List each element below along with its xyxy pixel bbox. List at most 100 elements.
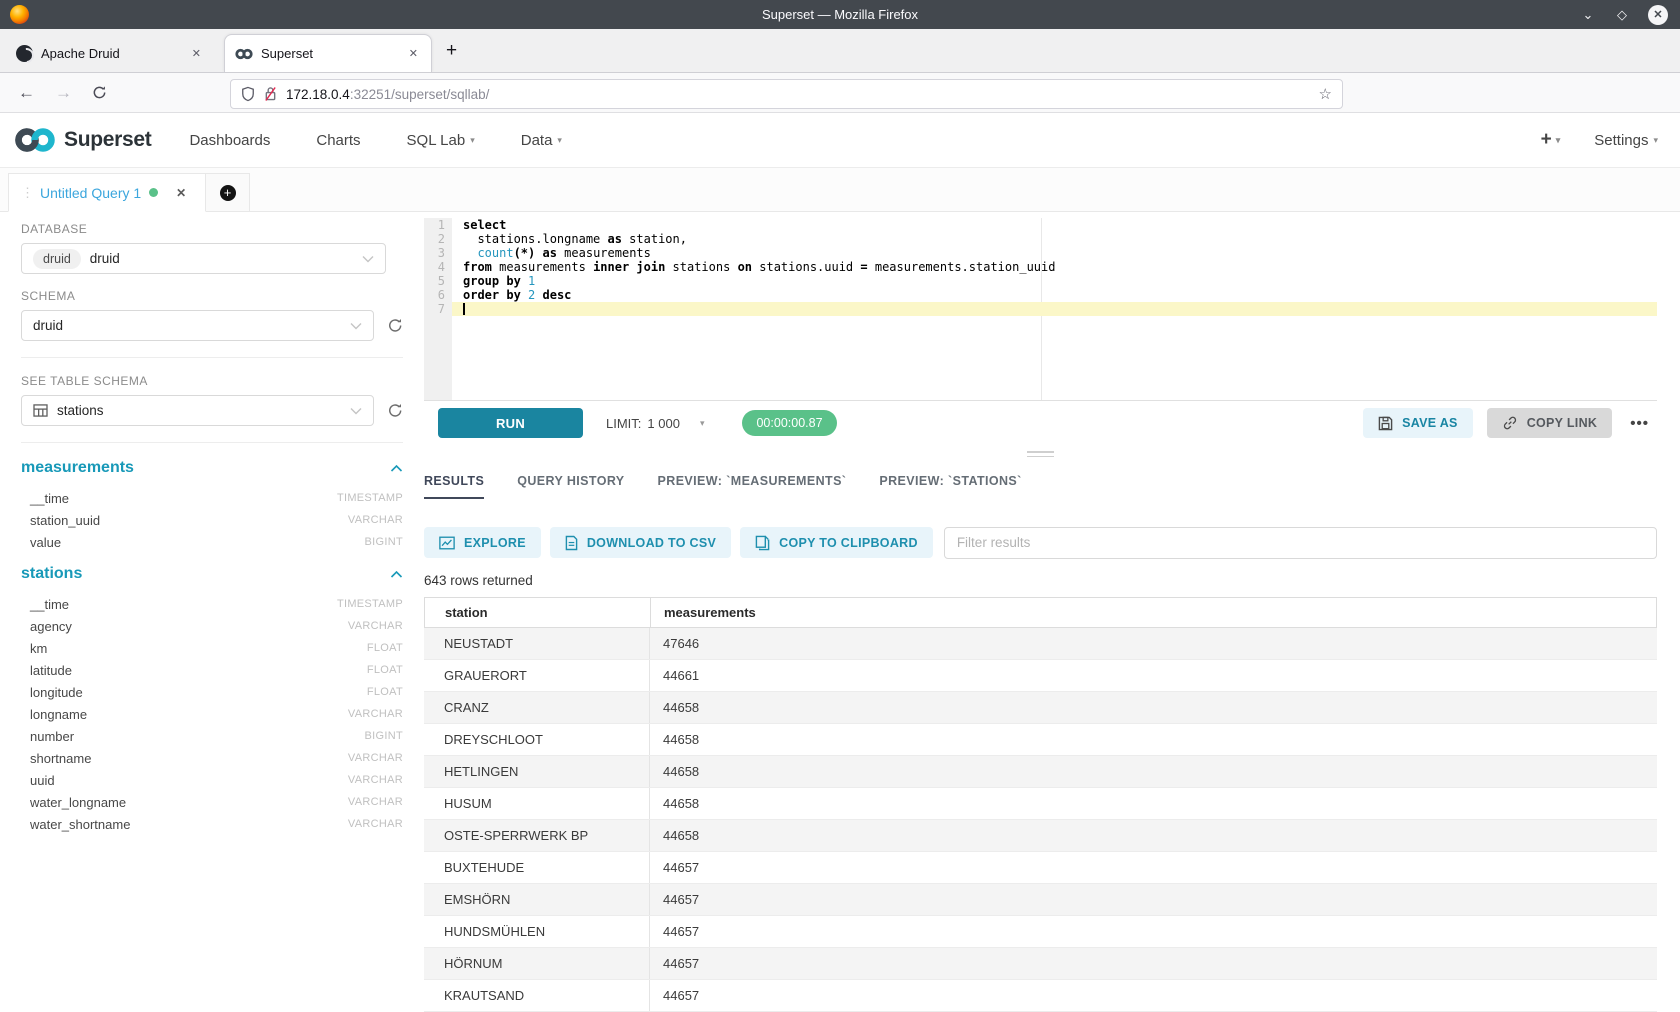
browser-tab-superset[interactable]: Superset ✕ [224,34,432,72]
column-name: longname [30,707,348,722]
column-type: VARCHAR [348,818,403,830]
column-name: latitude [30,663,367,678]
url-text[interactable]: 172.18.0.4:32251/superset/sqllab/ [286,87,1310,102]
window-close-icon[interactable]: ✕ [1648,5,1668,25]
superset-logo[interactable]: Superset [14,127,151,153]
text-cursor [463,303,465,315]
query-tab-close-icon[interactable]: ✕ [176,186,186,200]
column-row: water_longnameVARCHAR [21,791,403,813]
results-table: stationmeasurementsNEUSTADT47646GRAUEROR… [424,597,1657,1012]
column-row: __timeTIMESTAMP [21,487,403,509]
column-name: value [30,535,365,550]
code-text: stations.longname as station, [452,232,1657,246]
window-minimize-icon[interactable]: ⌄ [1580,7,1596,23]
column-type: FLOAT [367,642,403,654]
column-name: __time [30,491,337,506]
add-query-tab-button[interactable]: + [206,173,250,211]
line-number: 3 [424,246,452,260]
table-schema-header[interactable]: measurements [21,459,403,477]
column-header-measurements[interactable]: measurements [650,598,1656,627]
column-row: kmFLOAT [21,637,403,659]
window-maximize-icon[interactable]: ◇ [1614,7,1630,23]
add-new-button[interactable]: +▾ [1541,129,1561,151]
back-button[interactable]: ← [18,83,35,103]
code-text: group by 1 [452,274,1657,288]
collapse-chevron-icon[interactable] [390,570,403,579]
copy-link-button[interactable]: COPY LINK [1487,408,1613,438]
query-timer-badge: 00:00:00.87 [742,410,836,436]
browser-urlbar: ← → 172.18.0.4:32251/superset/sqllab/ ☆ [0,72,1680,113]
column-type: FLOAT [367,664,403,676]
table-row: HUNDSMÜHLEN44657 [424,916,1657,948]
plus-circle-icon: + [220,185,236,201]
new-tab-button[interactable]: + [446,41,457,60]
results-tab-3[interactable]: PREVIEW: `STATIONS` [879,474,1021,499]
run-button[interactable]: RUN [438,408,583,438]
tab-close-icon[interactable]: ✕ [189,47,204,60]
table-row: HETLINGEN44658 [424,756,1657,788]
chevron-down-icon: ▾ [470,135,475,146]
insecure-lock-icon[interactable] [264,86,277,102]
collapse-chevron-icon[interactable] [390,464,403,473]
results-tab-1[interactable]: QUERY HISTORY [517,474,624,499]
cell-station: GRAUERORT [424,668,649,683]
refresh-table-icon[interactable] [387,402,403,419]
table-name: stations [21,565,390,583]
cell-station: OSTE-SPERRWERK BP [424,828,649,843]
reload-button[interactable] [92,85,107,100]
table-schema-value: stations [57,403,341,418]
filter-results-input[interactable] [944,527,1657,559]
table-schema-header[interactable]: stations [21,565,403,583]
column-row: uuidVARCHAR [21,769,403,791]
schema-select[interactable]: druid [21,310,374,341]
browser-tab-apache-druid[interactable]: Apache Druid ✕ [6,34,214,72]
bookmark-star-icon[interactable]: ☆ [1319,85,1332,103]
url-field[interactable]: 172.18.0.4:32251/superset/sqllab/ ☆ [230,79,1343,109]
cell-measurements-wrap: 47646 [649,628,1657,659]
shield-icon[interactable] [241,86,255,102]
divider [21,442,403,443]
refresh-schema-icon[interactable] [387,317,403,334]
url-path: :32251/superset/sqllab/ [350,87,490,102]
results-tab-2[interactable]: PREVIEW: `MEASUREMENTS` [658,474,847,499]
download-csv-button[interactable]: DOWNLOAD TO CSV [550,527,731,558]
table-schema-select[interactable]: stations [21,395,374,426]
action-label: DOWNLOAD TO CSV [587,536,716,550]
table-row: CRANZ44658 [424,692,1657,724]
query-tab-untitled[interactable]: ⋮ Untitled Query 1 ✕ [8,173,206,212]
nav-sql-lab[interactable]: SQL Lab▾ [407,132,475,149]
sqllab-main: 1select2 stations.longname as station,3 … [424,212,1657,1012]
column-name: number [30,729,365,744]
more-options-icon[interactable]: ••• [1630,415,1649,432]
sql-editor[interactable]: 1select2 stations.longname as station,3 … [424,218,1657,401]
editor-line: 2 stations.longname as station, [424,232,1657,246]
status-dot-green [149,188,158,197]
nav-charts[interactable]: Charts [316,132,360,149]
cell-measurements: 44657 [663,924,699,939]
table-name: measurements [21,459,390,477]
drag-handle-icon[interactable]: ⋮ [21,185,32,201]
nav-data[interactable]: Data▾ [521,132,562,149]
limit-dropdown[interactable]: LIMIT: 1 000 ▾ [606,416,704,431]
save-as-button[interactable]: SAVE AS [1363,408,1473,438]
tab-close-icon[interactable]: ✕ [406,47,421,60]
cell-measurements-wrap: 44658 [649,756,1657,787]
explore-button[interactable]: EXPLORE [424,527,541,558]
forward-button[interactable]: → [55,83,72,103]
editor-line: 5group by 1 [424,274,1657,288]
column-name: shortname [30,751,348,766]
line-number: 2 [424,232,452,246]
panel-resize-handle[interactable] [424,445,1657,463]
copy-to-clipboard-button[interactable]: COPY TO CLIPBOARD [740,527,933,558]
settings-menu[interactable]: Settings▾ [1594,132,1658,149]
druid-favicon-icon [16,45,33,62]
chevron-down-icon [362,255,374,263]
column-type: BIGINT [365,730,403,742]
column-header-station[interactable]: station [425,605,650,620]
nav-dashboards[interactable]: Dashboards [189,132,270,149]
results-tab-results[interactable]: RESULTS [424,474,484,499]
database-select[interactable]: druid druid [21,243,386,274]
table-schemas-panel: measurements__timeTIMESTAMPstation_uuidV… [21,459,403,835]
divider [21,357,403,358]
cell-measurements: 44661 [663,668,699,683]
